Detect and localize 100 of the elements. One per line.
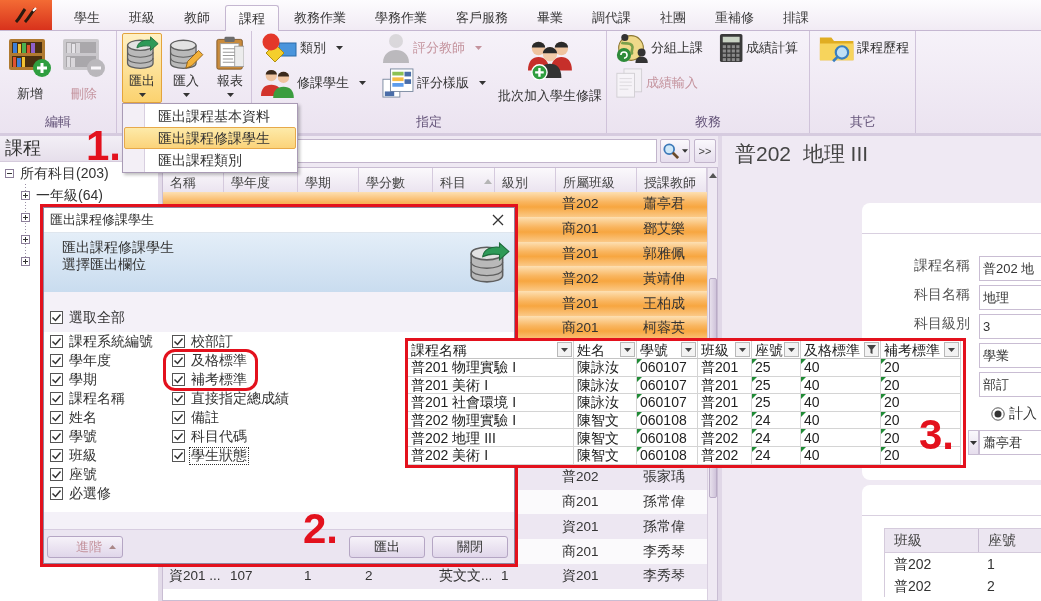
checkbox-label[interactable]: 必選修 (69, 486, 111, 501)
checkbox-label[interactable]: 補考標準 (191, 372, 247, 387)
ribbon-button[interactable]: 評分樣版 (378, 66, 489, 100)
checkbox-label[interactable]: 科目代碼 (191, 429, 247, 444)
expand-icon[interactable] (21, 212, 30, 222)
checkbox-label[interactable]: 選取全部 (69, 310, 125, 325)
checkbox[interactable] (172, 411, 185, 424)
filter-button[interactable] (784, 342, 799, 357)
checkbox[interactable] (172, 449, 185, 462)
filter-button[interactable] (944, 342, 959, 357)
checkbox[interactable] (50, 354, 63, 367)
checkbox-label[interactable]: 學生狀態 (191, 448, 247, 463)
ribbon-tab[interactable]: 排課 (769, 5, 823, 30)
checkbox-label[interactable]: 備註 (191, 410, 219, 425)
tree-item[interactable]: 一年級(64) (36, 187, 103, 203)
text-field[interactable]: 地理 (979, 285, 1041, 310)
expand-icon[interactable] (21, 256, 30, 266)
filter-button[interactable] (620, 342, 635, 357)
ribbon-button[interactable]: 報表 (210, 33, 250, 103)
scroll-up-icon[interactable] (708, 173, 717, 178)
expand-icon[interactable] (21, 234, 30, 244)
filter-button[interactable] (864, 342, 879, 357)
ribbon-button[interactable]: 新增 (5, 33, 55, 103)
bookshelf-remove-icon (62, 36, 106, 78)
checkbox[interactable] (50, 468, 63, 481)
checkbox[interactable] (50, 392, 63, 405)
checkbox[interactable] (172, 335, 185, 348)
ribbon-tab[interactable]: 教務作業 (280, 5, 360, 30)
ribbon-button[interactable]: 批次加入學生修課 (494, 35, 605, 105)
checkbox-label[interactable]: 學號 (69, 429, 97, 444)
class-name: 普202 (562, 469, 599, 485)
course-name: 普201 美術 I (411, 376, 489, 393)
caret-icon (739, 347, 746, 352)
checkbox[interactable] (50, 311, 63, 324)
menu-item[interactable]: 匯出課程類別 (124, 149, 296, 171)
ribbon-tab[interactable]: 學生 (60, 5, 114, 30)
checkbox[interactable] (172, 430, 185, 443)
checkbox-label[interactable]: 班級 (69, 448, 97, 463)
ribbon-tab[interactable]: 調代課 (578, 5, 645, 30)
checkbox[interactable] (172, 354, 185, 367)
ribbon-tab[interactable]: 畢業 (523, 5, 577, 30)
ribbon-tab[interactable]: 客戶服務 (442, 5, 522, 30)
column-header[interactable]: 座號 (978, 529, 1041, 552)
text-field[interactable]: 部訂 (979, 372, 1041, 397)
filter-button[interactable] (735, 342, 750, 357)
ribbon-tab[interactable]: 學務作業 (361, 5, 441, 30)
checkbox[interactable] (50, 335, 63, 348)
filter-button[interactable] (681, 342, 696, 357)
app-menu-button[interactable] (0, 0, 52, 30)
combo-field[interactable]: 蕭亭君 (979, 430, 1041, 455)
checkbox-label[interactable]: 姓名 (69, 410, 97, 425)
ribbon-tab[interactable]: 教師 (170, 5, 224, 30)
dropdown-button[interactable] (968, 430, 979, 455)
radio-label[interactable]: 計入 (1009, 404, 1037, 423)
ribbon-button[interactable]: 匯入 (166, 33, 206, 103)
checkbox-label[interactable]: 座號 (69, 467, 97, 482)
menu-item[interactable]: 匯出課程修課學生 (124, 127, 296, 149)
ribbon-button[interactable]: 匯出 (122, 33, 162, 103)
checkbox[interactable] (50, 449, 63, 462)
checkbox[interactable] (50, 430, 63, 443)
dialog-button[interactable]: 關閉 (432, 535, 508, 558)
people-icon (261, 68, 294, 98)
collapse-icon[interactable] (5, 168, 14, 178)
checkbox-label[interactable]: 直接指定總成績 (191, 391, 289, 406)
ribbon-button[interactable]: 成績計算 (715, 31, 802, 65)
checkbox-label[interactable]: 學年度 (69, 353, 111, 368)
ribbon-tab[interactable]: 社團 (646, 5, 700, 30)
menu-item[interactable]: 匯出課程基本資料 (124, 105, 296, 127)
checkbox-label[interactable]: 課程名稱 (69, 391, 125, 406)
search-button[interactable] (660, 139, 690, 163)
sort-arrow-icon (484, 179, 492, 184)
expand-icon[interactable] (21, 190, 30, 200)
expand-button[interactable]: >> (694, 139, 716, 163)
text-field[interactable]: 3 (979, 314, 1041, 339)
checkbox[interactable] (50, 373, 63, 386)
level: 1 (501, 568, 509, 584)
checkbox[interactable] (50, 487, 63, 500)
caret-icon (681, 149, 688, 153)
ribbon-tab[interactable]: 重補修 (701, 5, 768, 30)
filter-button[interactable] (557, 342, 572, 357)
ribbon-button[interactable]: 修課學生 (258, 66, 369, 100)
checkbox-label[interactable]: 及格標準 (191, 353, 247, 368)
dialog-button[interactable]: 匯出 (349, 535, 425, 558)
checkbox-label[interactable]: 課程系統編號 (69, 334, 153, 349)
checkbox[interactable] (50, 411, 63, 424)
checkbox-label[interactable]: 校部訂 (191, 334, 233, 349)
column-header[interactable]: 班級 (885, 529, 978, 552)
tree-item[interactable]: 所有科目(203) (20, 165, 109, 181)
ribbon-tab[interactable]: 班級 (115, 5, 169, 30)
ribbon-button[interactable]: 分組上課 (613, 31, 706, 65)
ribbon-tab[interactable]: 課程 (225, 5, 279, 31)
ribbon-button[interactable]: 類別 (258, 31, 346, 65)
radio-button[interactable] (991, 406, 1005, 421)
text-field[interactable]: 學業 (979, 343, 1041, 368)
checkbox[interactable] (172, 392, 185, 405)
caret-icon (788, 347, 795, 352)
checkbox[interactable] (172, 373, 185, 386)
text-field[interactable]: 普202 地 (979, 256, 1041, 281)
checkbox-label[interactable]: 學期 (69, 372, 97, 387)
ribbon-button[interactable]: 課程歷程 (816, 31, 913, 65)
